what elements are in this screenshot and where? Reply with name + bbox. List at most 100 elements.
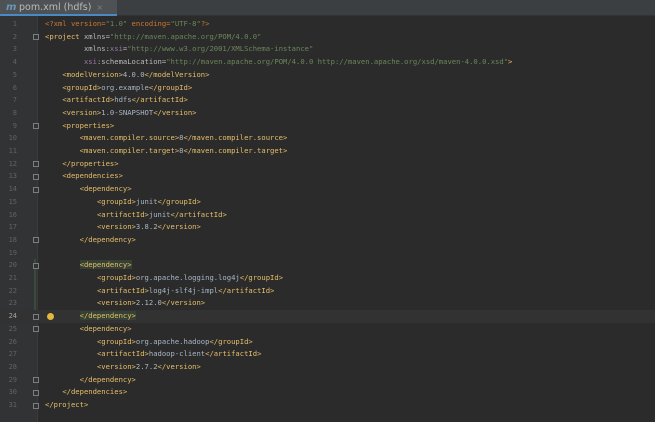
code-line[interactable]: 27 <artifactId>hadoop-client</artifactId… [0, 348, 655, 361]
code-line[interactable]: 29 </dependency> [0, 374, 655, 387]
code-text[interactable]: </dependency> [45, 310, 136, 323]
code-token: "http://maven.apache.org/POM/4.0.0 http:… [166, 57, 509, 67]
code-text[interactable]: <artifactId>junit</artifactId> [45, 209, 227, 222]
close-icon[interactable]: × [96, 3, 103, 12]
code-text[interactable]: <dependency> [45, 323, 132, 336]
code-text[interactable]: <version>3.8.2</version> [45, 221, 201, 234]
fold-marker-icon[interactable] [33, 262, 39, 269]
code-line[interactable]: 2 <project xmlns="http://maven.apache.org… [0, 31, 655, 44]
code-text[interactable]: <groupId>org.apache.hadoop</groupId> [45, 336, 253, 349]
code-line[interactable]: 7 <artifactId>hdfs</artifactId> [0, 94, 655, 107]
code-token: junit [135, 196, 158, 206]
code-line[interactable]: 30 </dependencies> [0, 386, 655, 399]
code-line[interactable]: 19 [0, 247, 655, 260]
code-line[interactable]: 11 <maven.compiler.target>8</maven.compi… [0, 145, 655, 158]
code-line[interactable]: 10 <maven.compiler.source>8</maven.compi… [0, 132, 655, 145]
line-number: 16 [8, 210, 17, 219]
code-line[interactable]: 4 xsi:schemaLocation="http://maven.apach… [0, 56, 655, 69]
code-token: > [508, 57, 513, 67]
code-line[interactable]: 25 <dependency> [0, 323, 655, 336]
code-token: </artifactId> [131, 95, 188, 105]
fold-marker-icon[interactable] [33, 402, 39, 409]
code-line[interactable]: 18 </dependency> [0, 234, 655, 247]
fold-marker-icon[interactable] [33, 173, 39, 180]
code-token: xmlns: [83, 44, 110, 54]
code-text[interactable]: <properties> [45, 120, 114, 133]
code-token: </artifactId> [205, 349, 262, 359]
code-text[interactable]: <version>2.12.0</version> [45, 297, 205, 310]
line-number: 13 [8, 172, 17, 181]
fold-marker-icon[interactable] [33, 377, 39, 384]
code-line[interactable]: 9 <properties> [0, 120, 655, 133]
code-line[interactable]: 23 <version>2.12.0</version> [0, 297, 655, 310]
fold-marker-icon[interactable] [33, 34, 39, 41]
code-line[interactable]: 1 <?xml version="1.0" encoding="UTF-8"?> [0, 18, 655, 31]
code-text[interactable]: <dependencies> [45, 170, 123, 183]
code-text[interactable]: <artifactId>hadoop-client</artifactId> [45, 348, 261, 361]
fold-marker-icon[interactable] [33, 123, 39, 130]
code-text[interactable]: </project> [45, 399, 88, 412]
code-line[interactable]: 21 <groupId>org.apache.logging.log4j</gr… [0, 272, 655, 285]
code-text[interactable]: </dependency> [45, 374, 136, 387]
code-text[interactable]: <artifactId>hdfs</artifactId> [45, 94, 188, 107]
fold-marker-icon[interactable] [33, 326, 39, 333]
lightbulb-icon[interactable] [47, 312, 54, 320]
code-token: </groupId> [209, 336, 253, 346]
line-number: 3 [12, 45, 17, 54]
code-line[interactable]: 8 <version>1.0-SNAPSHOT</version> [0, 107, 655, 120]
code-token: :schemaLocation= [96, 57, 167, 67]
line-number: 19 [8, 248, 17, 257]
line-number: 14 [8, 185, 17, 194]
code-line[interactable]: 31 </project> [0, 399, 655, 412]
code-line[interactable]: 17 <version>3.8.2</version> [0, 221, 655, 234]
fold-marker-icon[interactable] [33, 237, 39, 244]
code-line[interactable]: 14 <dependency> [0, 183, 655, 196]
code-text[interactable]: <groupId>junit</groupId> [45, 196, 201, 209]
code-line[interactable]: 16 <artifactId>junit</artifactId> [0, 209, 655, 222]
code-line[interactable]: 3 xmlns:xsi="http://www.w3.org/2001/XMLS… [0, 43, 655, 56]
code-text[interactable]: <?xml version="1.0" encoding="UTF-8"?> [45, 18, 209, 31]
fold-marker-icon[interactable] [33, 389, 39, 396]
code-line[interactable]: 15 <groupId>junit</groupId> [0, 196, 655, 209]
fold-marker-icon[interactable] [33, 161, 39, 168]
code-text[interactable]: </dependencies> [45, 386, 127, 399]
code-text[interactable]: </dependency> [45, 234, 136, 247]
code-text[interactable]: <maven.compiler.target>8</maven.compiler… [45, 145, 288, 158]
code-line[interactable]: 12 </properties> [0, 158, 655, 171]
code-text[interactable]: <dependency> [45, 259, 132, 272]
code-line[interactable]: 13 <dependencies> [0, 170, 655, 183]
code-text[interactable]: xmlns:xsi="http://www.w3.org/2001/XMLSch… [45, 43, 313, 56]
code-text[interactable]: <maven.compiler.source>8</maven.compiler… [45, 132, 288, 145]
code-line[interactable]: 26 <groupId>org.apache.hadoop</groupId> [0, 336, 655, 349]
code-line[interactable]: 22 <artifactId>log4j-slf4j-impl</artifac… [0, 285, 655, 298]
code-line[interactable]: 5 <modelVersion>4.0.0</modelVersion> [0, 69, 655, 82]
code-line[interactable]: 6 <groupId>org.example</groupId> [0, 82, 655, 95]
code-line[interactable]: 28 <version>2.7.2</version> [0, 361, 655, 374]
tab-pom-xml[interactable]: m pom.xml (hdfs) × [0, 0, 117, 16]
code-editor[interactable]: 1 <?xml version="1.0" encoding="UTF-8"?> 2… [0, 16, 655, 422]
line-number: 28 [8, 362, 17, 371]
fold-marker-icon[interactable] [33, 313, 39, 320]
line-number: 24 [8, 312, 17, 321]
code-text[interactable]: <version>1.0-SNAPSHOT</version> [45, 107, 196, 120]
code-text[interactable]: <groupId>org.apache.logging.log4j</group… [45, 272, 283, 285]
code-line[interactable]: 20 <dependency> [0, 259, 655, 272]
code-text[interactable]: <groupId>org.example</groupId> [45, 82, 192, 95]
code-text[interactable]: <version>2.7.2</version> [45, 361, 201, 374]
code-text[interactable]: <dependency> [45, 183, 132, 196]
code-text[interactable]: </properties> [45, 158, 118, 171]
code-text[interactable]: <modelVersion>4.0.0</modelVersion> [45, 69, 209, 82]
code-line[interactable]: 24 </dependency> [0, 310, 655, 323]
fold-marker-icon[interactable] [33, 186, 39, 193]
code-text[interactable]: xsi:schemaLocation="http://maven.apache.… [45, 56, 512, 69]
code-text[interactable]: <project xmlns="http://maven.apache.org/… [45, 31, 261, 44]
code-token: 4.0.0 [122, 69, 145, 79]
code-text[interactable]: <artifactId>log4j-slf4j-impl</artifactId… [45, 285, 274, 298]
